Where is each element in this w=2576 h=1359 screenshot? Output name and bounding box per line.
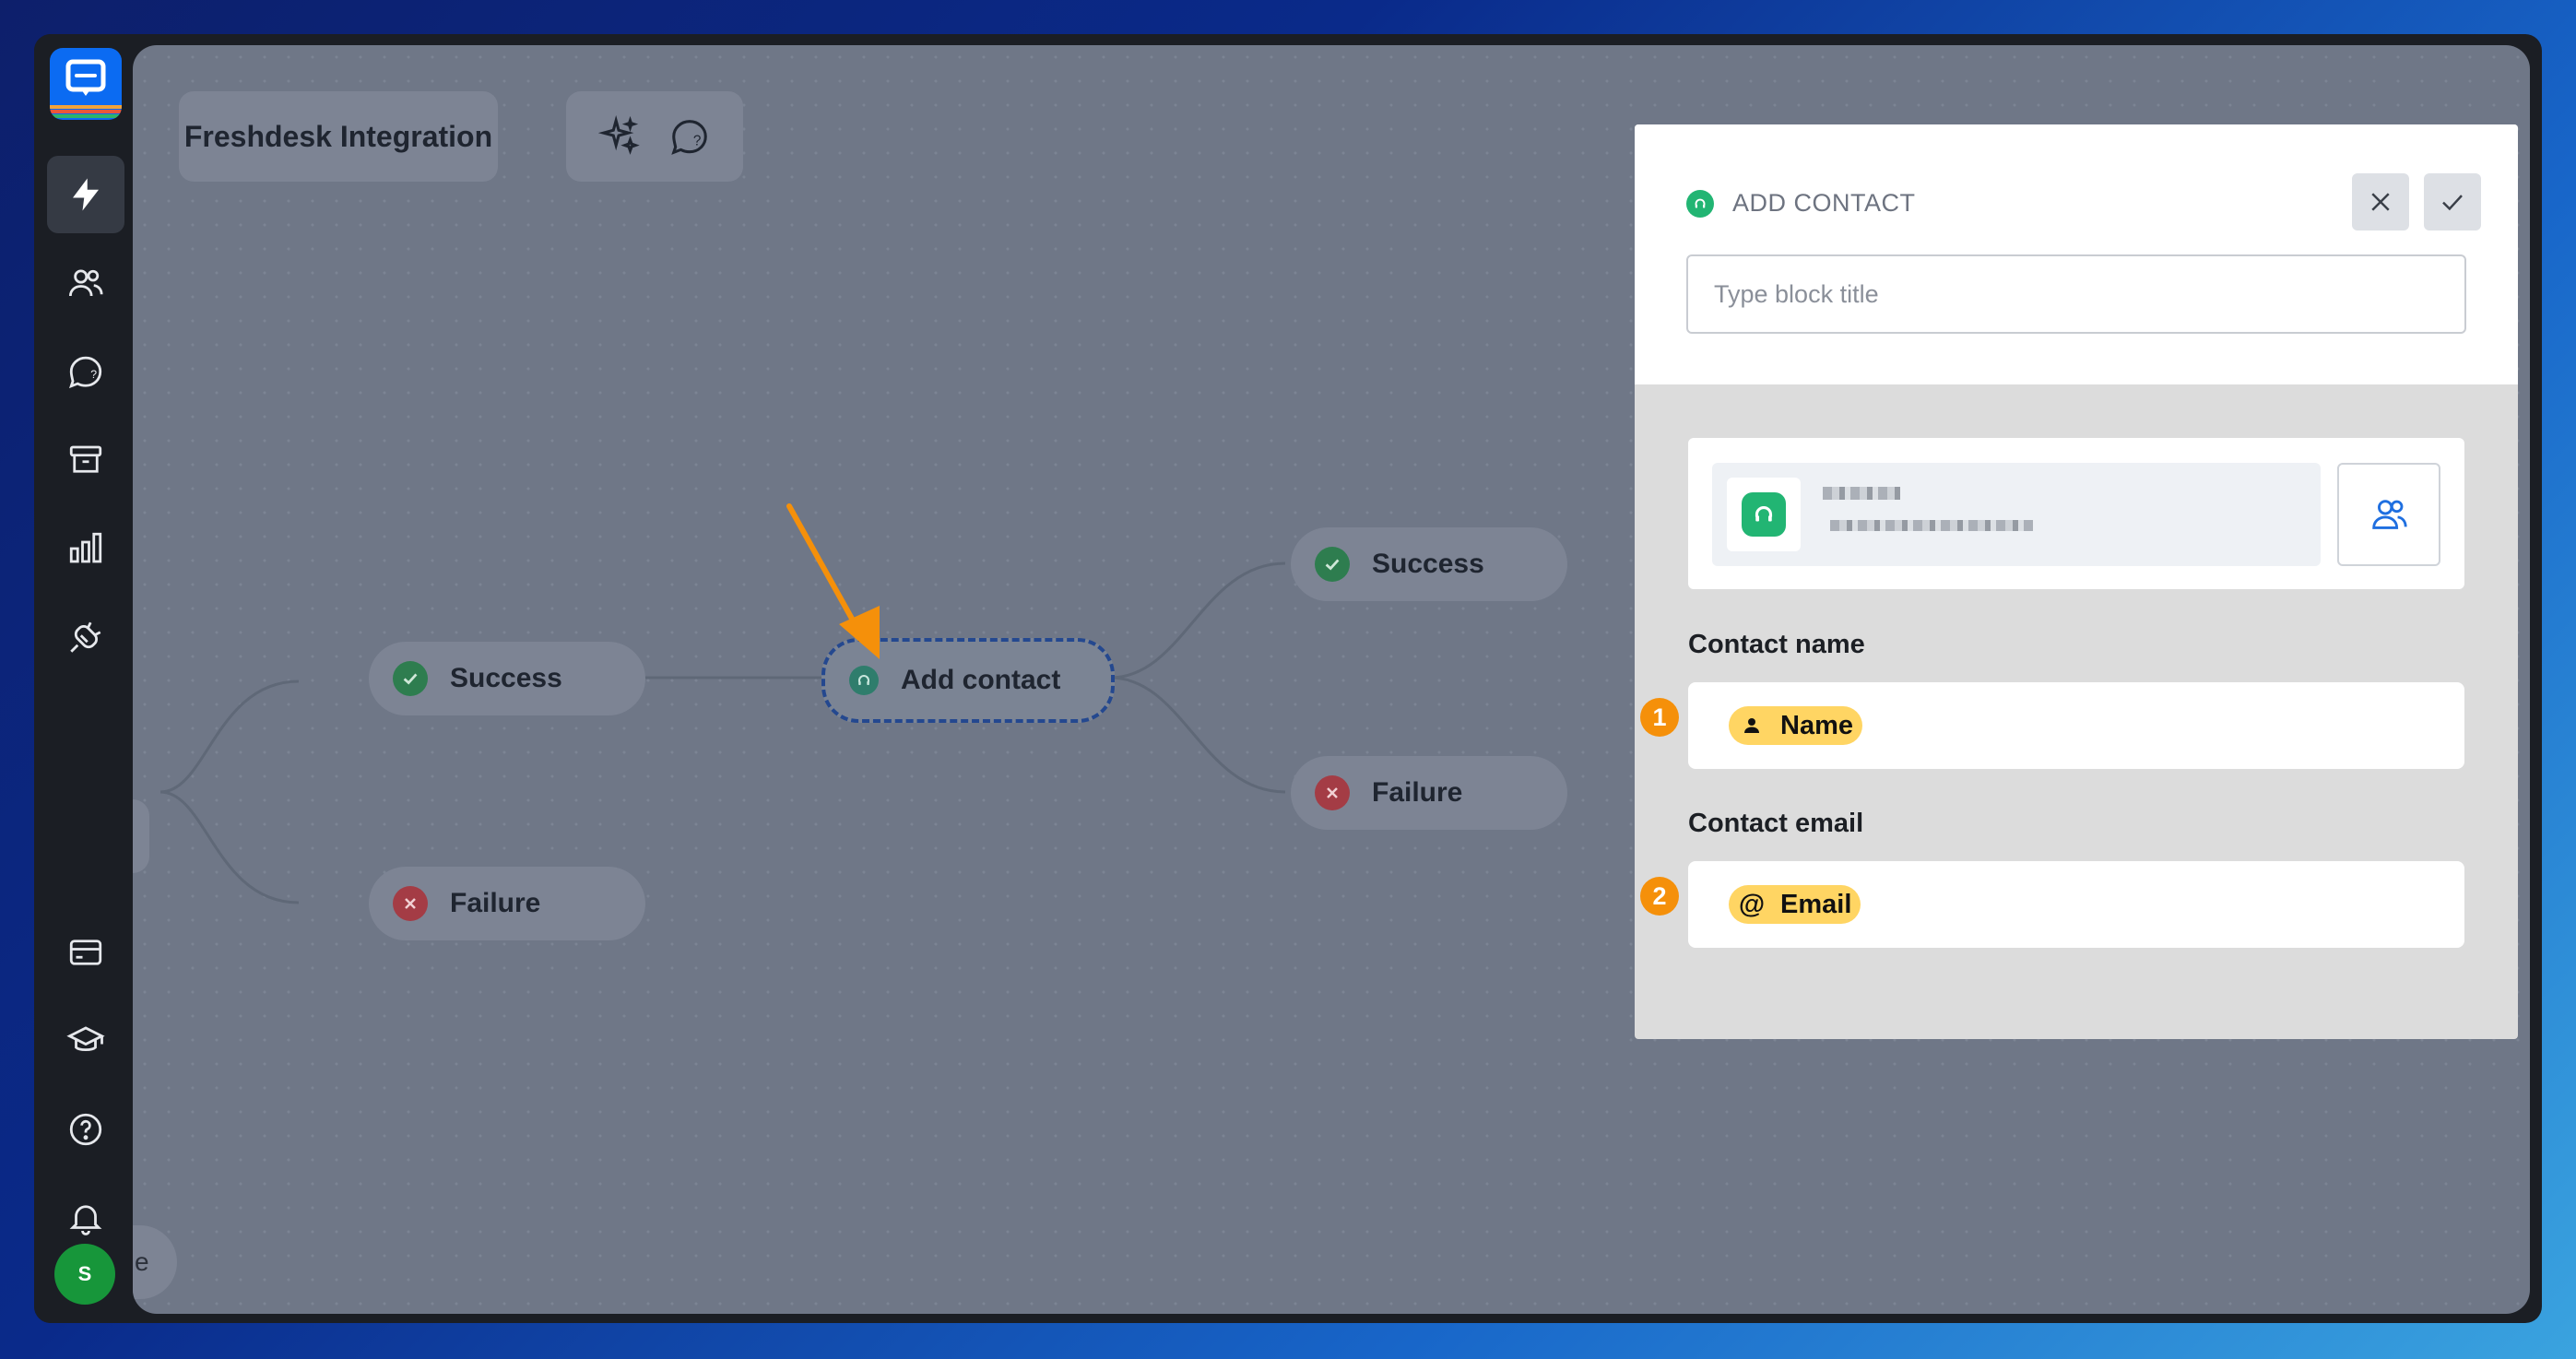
node-label: Failure (450, 888, 541, 918)
canvas-toolbar: ? (566, 91, 743, 182)
pointer-arrow-icon (786, 503, 880, 659)
sidebar-item-reports[interactable] (47, 510, 124, 587)
switch-account-button[interactable] (2337, 463, 2440, 566)
node-label: Success (1372, 549, 1484, 579)
archive-icon (69, 445, 102, 473)
freshdesk-logo (1727, 478, 1801, 551)
contact-email-label: Contact email (1688, 809, 1864, 838)
workflow-title[interactable]: Freshdesk Integration (179, 91, 498, 182)
node-label: Success (450, 663, 562, 693)
bolt-icon (73, 178, 99, 211)
headset-icon (1755, 506, 1773, 522)
users-icon (2372, 500, 2407, 529)
sidebar-item-automation[interactable] (47, 156, 124, 233)
panel-header: ADD CONTACT (1635, 124, 2518, 384)
sidebar-item-academy[interactable] (47, 1002, 124, 1080)
question-icon (69, 1113, 102, 1146)
freshdesk-icon (849, 666, 879, 695)
account-selector (1688, 438, 2464, 589)
contact-name-label: Contact name (1688, 630, 1865, 659)
sidebar-item-contacts[interactable] (47, 244, 124, 322)
node-label: Add contact (901, 665, 1061, 695)
sidebar-item-billing[interactable] (47, 914, 124, 991)
credit-card-icon (69, 939, 102, 965)
close-button[interactable] (2352, 173, 2409, 230)
bar-chart-icon (69, 532, 102, 563)
sidebar: ? S (34, 34, 133, 1323)
close-icon (2371, 193, 2390, 211)
contact-name-field[interactable]: Name (1688, 682, 2464, 769)
node-success-left[interactable]: Success (369, 642, 645, 715)
users-icon (68, 269, 103, 297)
x-icon (393, 886, 428, 921)
node-success-right[interactable]: Success (1291, 527, 1567, 601)
name-variable-chip[interactable]: Name (1729, 706, 1862, 745)
freshdesk-icon (1686, 189, 1714, 218)
node-label: Failure (1372, 777, 1463, 808)
node-failure-right[interactable]: Failure (1291, 756, 1567, 830)
check-icon (1315, 547, 1350, 582)
check-icon (393, 661, 428, 696)
svg-text:?: ? (90, 368, 97, 381)
panel-title: ADD CONTACT (1732, 189, 1916, 217)
chip-label: Name (1780, 710, 1853, 740)
workflow-canvas[interactable]: Freshdesk Integration ? Success Failure … (133, 45, 2530, 1314)
step-badge-2: 2 (1640, 877, 1679, 916)
selected-account[interactable] (1712, 463, 2321, 566)
sidebar-item-help[interactable] (47, 1091, 124, 1168)
block-title-input[interactable] (1686, 254, 2466, 334)
confirm-button[interactable] (2424, 173, 2481, 230)
person-icon (1740, 715, 1764, 737)
email-variable-chip[interactable]: @ Email (1729, 885, 1861, 924)
user-avatar[interactable]: S (54, 1244, 115, 1305)
sidebar-item-chats[interactable]: ? (47, 333, 124, 410)
bell-icon (69, 1205, 102, 1235)
panel-heading: ADD CONTACT (1686, 189, 1916, 218)
node-failure-left[interactable]: Failure (369, 867, 645, 940)
sidebar-item-archive[interactable] (47, 421, 124, 499)
plug-icon (70, 621, 101, 653)
redacted-account-name (1823, 487, 1900, 500)
step-badge-1: 1 (1640, 698, 1679, 737)
chip-label: Email (1780, 889, 1852, 919)
at-icon: @ (1738, 889, 1766, 919)
graduation-cap-icon (66, 1026, 105, 1052)
svg-text:?: ? (693, 134, 702, 149)
add-contact-panel: ADD CONTACT Type block title Contact nam… (1635, 124, 2518, 1039)
chat-bubble-icon: ? (68, 356, 102, 389)
collapse-label: e (135, 1247, 149, 1276)
app-logo[interactable] (50, 48, 122, 120)
app-window: ? S Freshdesk Integration ? Success Fail… (34, 34, 2542, 1323)
check-icon (2442, 195, 2463, 211)
redacted-account-domain (1830, 520, 2033, 531)
chat-question-icon[interactable]: ? (668, 115, 711, 158)
contact-email-field[interactable]: @ Email (1688, 861, 2464, 948)
x-icon (1315, 775, 1350, 810)
sidebar-item-integrations[interactable] (47, 598, 124, 676)
sparkles-icon[interactable] (598, 115, 641, 158)
prior-node-stub (133, 799, 149, 873)
